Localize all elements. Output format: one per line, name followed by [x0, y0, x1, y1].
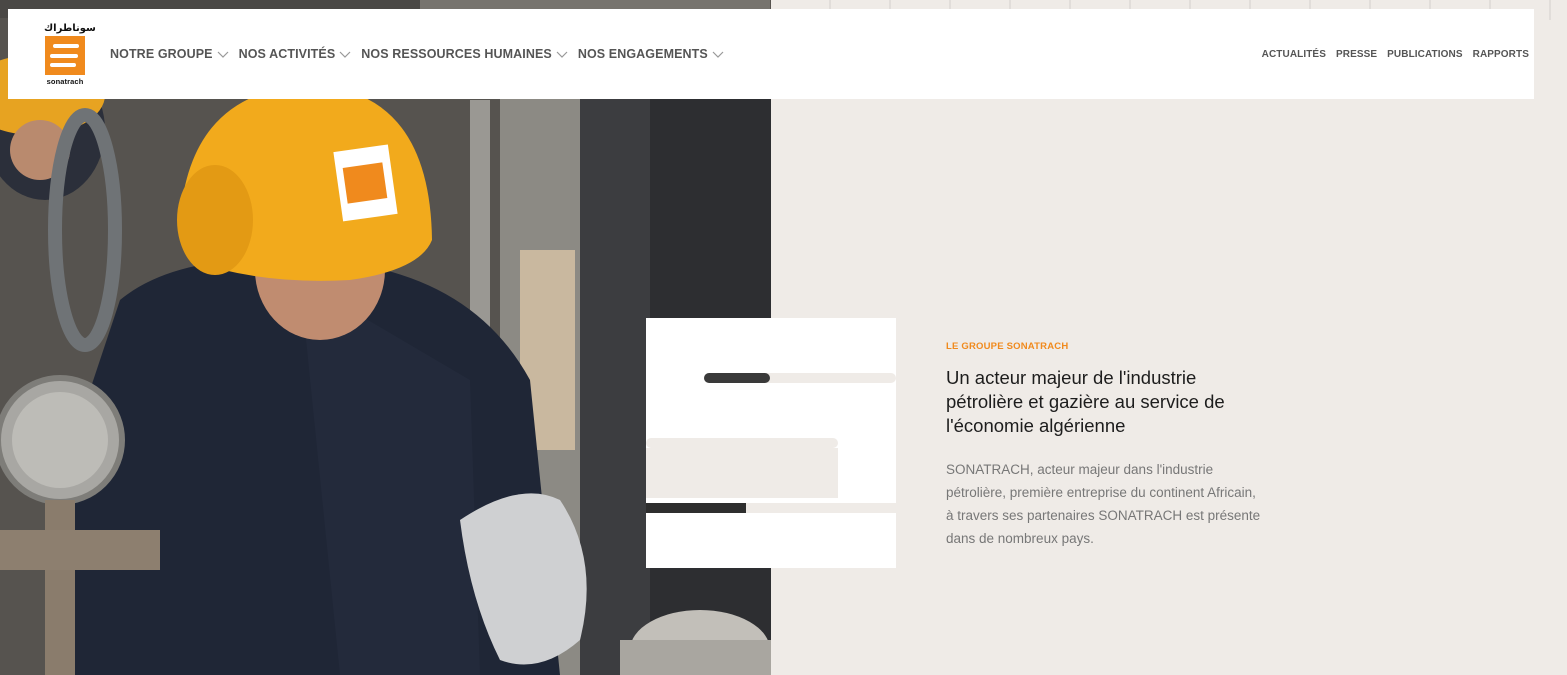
nav-label: NOS RESSOURCES HUMAINES — [361, 47, 552, 61]
intro-headline: Un acteur majeur de l'industrie pétroliè… — [946, 367, 1225, 436]
chevron-down-icon — [556, 51, 568, 58]
sonatrach-logo[interactable]: سوناطراك sonatrach — [44, 23, 96, 86]
nav-item-notre-groupe[interactable]: NOTRE GROUPE — [110, 47, 229, 61]
chevron-down-icon — [339, 51, 351, 58]
section-eyebrow: LE GROUPE SONATRACH — [946, 341, 1069, 352]
sonatrach-s-emblem — [646, 318, 896, 568]
nav-label: NOS ENGAGEMENTS — [577, 47, 708, 61]
main-nav: NOTRE GROUPE NOS ACTIVITÉS NOS RESSOURCE… — [110, 9, 734, 99]
nav-label: NOTRE GROUPE — [110, 47, 213, 61]
chevron-down-icon — [217, 51, 229, 58]
logo-mark — [45, 36, 85, 75]
nav-item-nos-activites[interactable]: NOS ACTIVITÉS — [239, 47, 352, 61]
nav-link-presse[interactable]: PRESSE — [1336, 49, 1377, 60]
intro-section: LE GROUPE SONATRACH Un acteur majeur de … — [946, 341, 1266, 550]
nav-label: NOS ACTIVITÉS — [238, 47, 336, 61]
logo-arabic-text: سوناطراك — [44, 23, 96, 34]
secondary-nav: ACTUALITÉS PRESSE PUBLICATIONS RAPPORTS — [1252, 9, 1529, 99]
logo-wordmark: sonatrach — [46, 77, 84, 86]
nav-link-actualites[interactable]: ACTUALITÉS — [1262, 49, 1326, 60]
site-header: سوناطراك sonatrach NOTRE GROUPE NOS ACTI… — [8, 9, 1534, 99]
nav-link-rapports[interactable]: RAPPORTS — [1473, 49, 1529, 60]
nav-item-nos-ressources-humaines[interactable]: NOS RESSOURCES HUMAINES — [361, 47, 568, 61]
chevron-down-icon — [712, 51, 724, 58]
nav-link-publications[interactable]: PUBLICATIONS — [1387, 49, 1462, 60]
intro-body: SONATRACH, acteur majeur dans l'industri… — [946, 462, 1261, 546]
nav-item-nos-engagements[interactable]: NOS ENGAGEMENTS — [578, 47, 724, 61]
